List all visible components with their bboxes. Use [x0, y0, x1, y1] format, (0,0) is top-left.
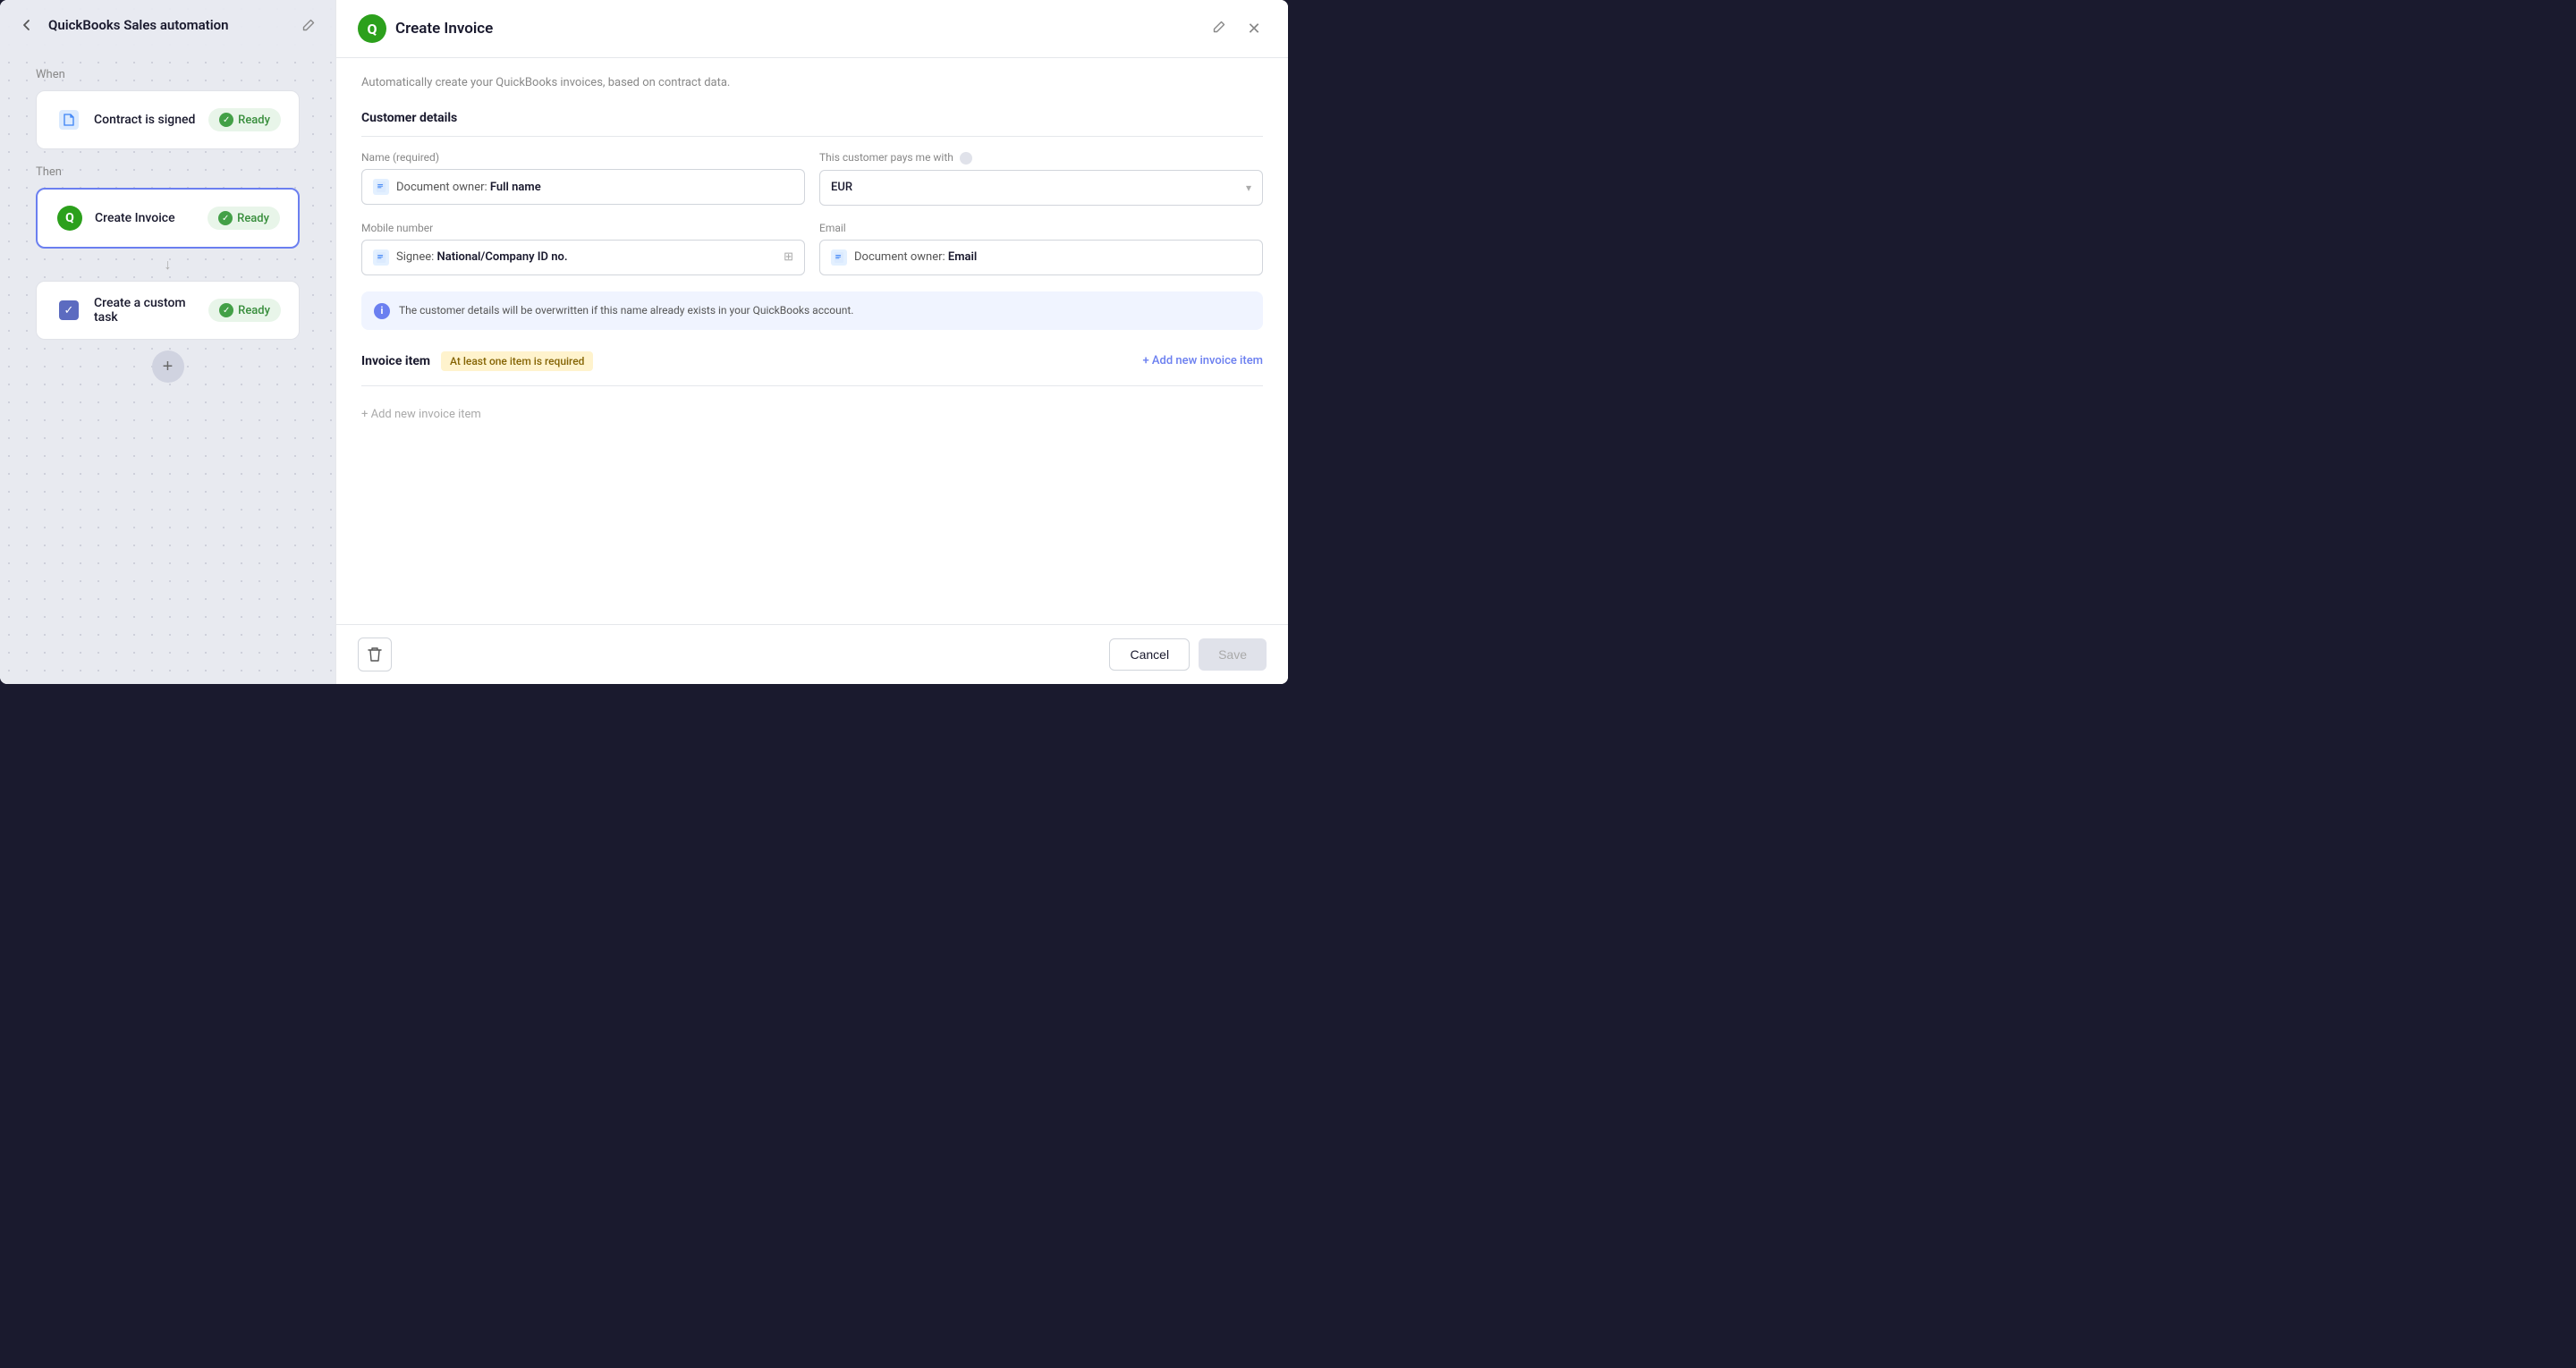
chevron-down-icon: ▾: [1246, 182, 1251, 194]
doc-icon: [373, 179, 389, 195]
step1-ready-badge: ✓ Ready: [208, 108, 281, 131]
info-icon: i: [374, 303, 390, 319]
step-contract-name: Contract is signed: [94, 113, 198, 127]
checkbox-icon: ✓: [55, 296, 83, 325]
step2-ready-label: Ready: [237, 212, 269, 225]
name-field[interactable]: Document owner: Full name: [361, 169, 805, 205]
filter-icon[interactable]: ⊞: [784, 250, 793, 264]
step-create-invoice[interactable]: Q Create Invoice ✓ Ready: [36, 188, 300, 249]
currency-group: This customer pays me with EUR ▾: [819, 151, 1263, 206]
name-group: Name (required) Document owner: Full nam…: [361, 151, 805, 206]
step2-ready-badge: ✓ Ready: [208, 207, 280, 230]
edit-title-button[interactable]: [296, 13, 321, 38]
then-label: Then: [36, 165, 300, 179]
mobile-field[interactable]: Signee: National/Company ID no. ⊞: [361, 240, 805, 275]
mobile-label: Mobile number: [361, 222, 805, 234]
connector-arrow: ↓: [36, 249, 300, 281]
check-icon-3: ✓: [219, 303, 233, 317]
close-panel-button[interactable]: ✕: [1241, 16, 1267, 41]
email-group: Email Document owner: Email: [819, 222, 1263, 275]
check-icon-2: ✓: [218, 211, 233, 225]
when-label: When: [36, 68, 300, 81]
currency-label: This customer pays me with: [819, 151, 1263, 165]
email-field-text: Document owner: Email: [854, 250, 977, 264]
divider: [361, 385, 1263, 386]
doc-icon-mobile: [373, 249, 389, 266]
currency-select[interactable]: EUR ▾: [819, 170, 1263, 206]
step-task-name: Create a custom task: [94, 296, 198, 325]
right-panel: Q Create Invoice ✕ Automatically create …: [335, 0, 1288, 684]
right-header: Q Create Invoice ✕: [336, 0, 1288, 58]
when-section: When Contract is signed ✓ Ready: [36, 68, 300, 149]
qb-logo-icon: Q: [358, 14, 386, 43]
name-currency-row: Name (required) Document owner: Full nam…: [361, 151, 1263, 206]
then-section: Then Q Create Invoice ✓ Ready ↓: [36, 165, 300, 340]
step1-ready-label: Ready: [238, 114, 270, 127]
warning-badge: At least one item is required: [441, 351, 593, 371]
check-icon: ✓: [219, 113, 233, 127]
name-field-text: Document owner: Full name: [396, 181, 541, 194]
delete-button[interactable]: [358, 638, 392, 671]
right-panel-title: Create Invoice: [395, 20, 1204, 38]
page-title: QuickBooks Sales automation: [48, 17, 287, 33]
mobile-email-row: Mobile number Signee: National/Company I…: [361, 222, 1263, 275]
workflow-content: When Contract is signed ✓ Ready: [0, 50, 335, 684]
invoice-section-header: Invoice item At least one item is requir…: [361, 351, 1263, 371]
add-invoice-item-bottom-button[interactable]: + Add new invoice item: [361, 401, 1263, 428]
edit-action-button[interactable]: [1213, 21, 1225, 37]
step3-ready-label: Ready: [238, 304, 270, 317]
invoice-item-title: Invoice item: [361, 354, 430, 368]
quickbooks-icon: Q: [55, 204, 84, 232]
back-button[interactable]: [14, 13, 39, 38]
currency-value: EUR: [831, 181, 852, 194]
contract-icon: [55, 106, 83, 134]
footer-actions: Cancel Save: [1109, 638, 1267, 671]
email-field[interactable]: Document owner: Email: [819, 240, 1263, 275]
info-box: i The customer details will be overwritt…: [361, 291, 1263, 330]
step-contract-signed[interactable]: Contract is signed ✓ Ready: [36, 90, 300, 149]
right-body: Automatically create your QuickBooks inv…: [336, 58, 1288, 624]
doc-icon-email: [831, 249, 847, 266]
save-button[interactable]: Save: [1199, 638, 1267, 671]
name-label: Name (required): [361, 151, 805, 164]
email-label: Email: [819, 222, 1263, 234]
right-footer: Cancel Save: [336, 624, 1288, 684]
step-custom-task[interactable]: ✓ Create a custom task ✓ Ready: [36, 281, 300, 340]
panel-subtitle: Automatically create your QuickBooks inv…: [361, 76, 1263, 89]
customer-details-title: Customer details: [361, 111, 1263, 137]
info-text: The customer details will be overwritten…: [399, 302, 853, 318]
step3-ready-badge: ✓ Ready: [208, 299, 281, 322]
add-invoice-item-button[interactable]: + Add new invoice item: [1142, 354, 1263, 367]
cancel-button[interactable]: Cancel: [1109, 638, 1190, 671]
left-header: QuickBooks Sales automation: [0, 0, 335, 50]
mobile-group: Mobile number Signee: National/Company I…: [361, 222, 805, 275]
mobile-field-text: Signee: National/Company ID no.: [396, 250, 568, 264]
left-panel: QuickBooks Sales automation When: [0, 0, 335, 684]
add-step-button[interactable]: +: [152, 350, 184, 383]
step-invoice-name: Create Invoice: [95, 211, 197, 225]
